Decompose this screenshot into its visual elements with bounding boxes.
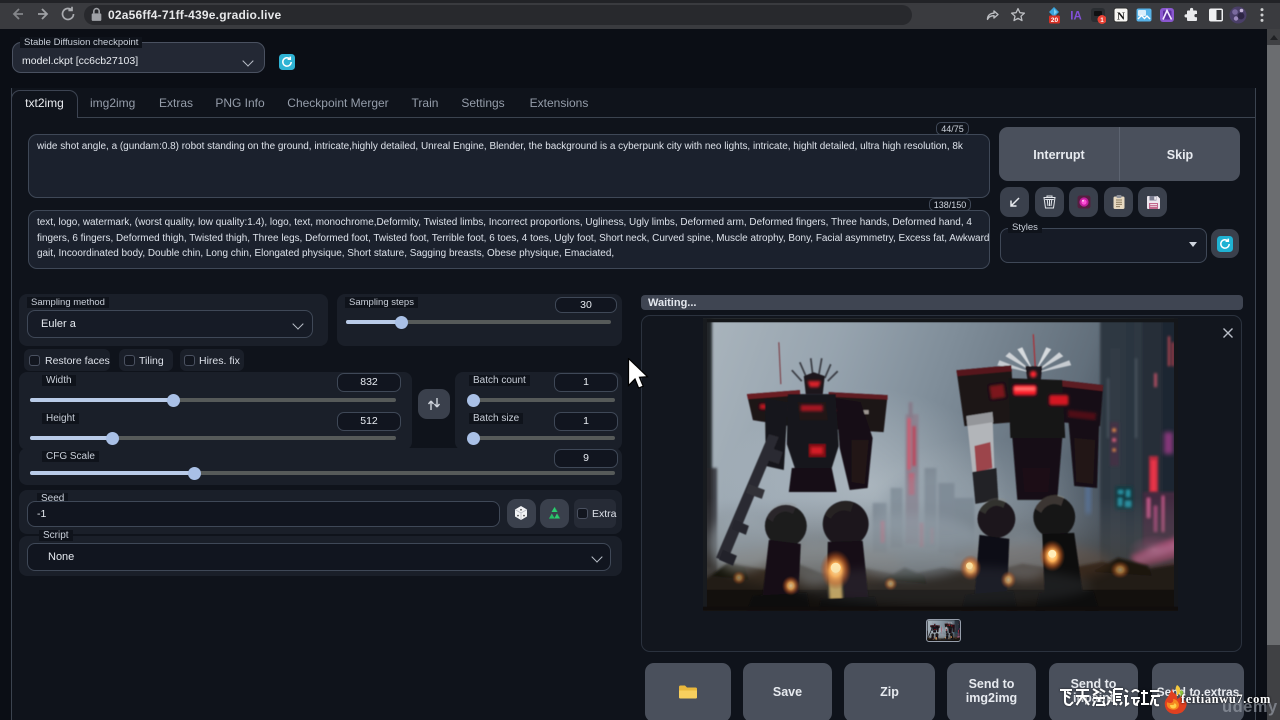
svg-text:N: N xyxy=(1117,10,1125,22)
svg-text:IA: IA xyxy=(1070,11,1082,23)
svg-text:20: 20 xyxy=(1051,17,1059,24)
